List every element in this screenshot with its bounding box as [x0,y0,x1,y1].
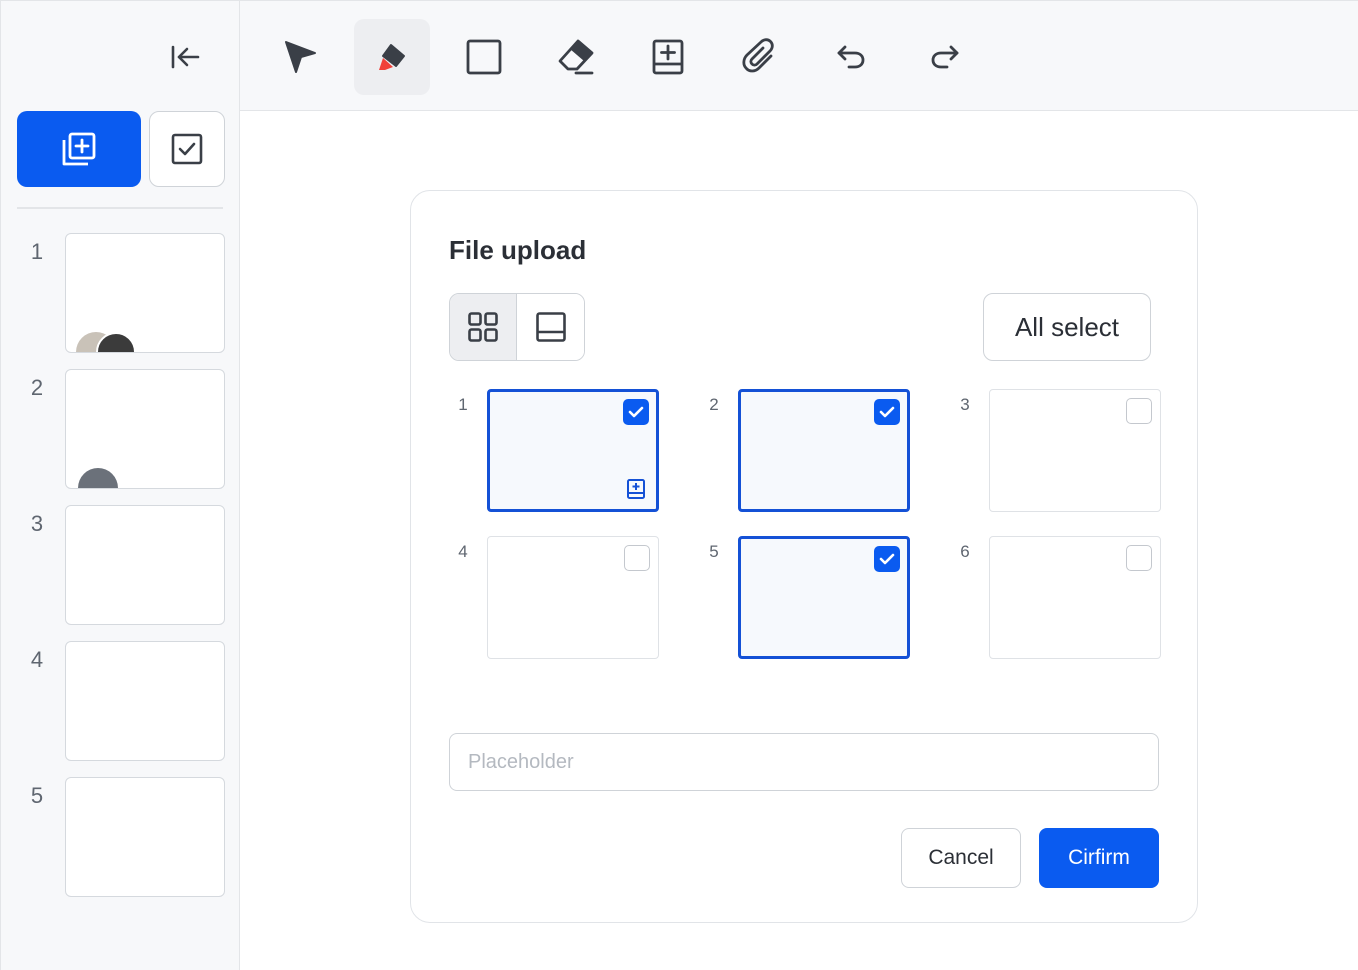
item-number: 6 [960,542,970,561]
upload-item: 4 [449,536,669,660]
add-page-icon [62,132,96,166]
page-number: 3 [30,511,44,536]
single-view-icon [535,312,566,342]
collapse-sidebar-button[interactable] [161,37,209,77]
page-item[interactable]: 5 [1,777,241,897]
page-thumbnail[interactable] [65,641,225,761]
highlighter-tool[interactable] [354,19,430,95]
page-thumbnail[interactable] [65,233,225,353]
page-item[interactable]: 2 [1,369,241,489]
add-page-icon [624,477,648,501]
all-select-button[interactable]: All select [983,293,1151,361]
upload-item-card[interactable] [738,389,910,512]
checkmark-icon [879,553,895,565]
eraser-tool[interactable] [538,19,614,95]
toolbar [240,0,1358,111]
page-number: 5 [30,783,44,808]
sidebar-divider [17,207,223,209]
page-item[interactable]: 3 [1,505,241,625]
page-item[interactable]: 1 [1,233,241,353]
upload-item-card[interactable] [487,536,659,659]
upload-item: 1 [449,389,669,513]
upload-item: 3 [951,389,1171,513]
paperclip-icon [742,38,774,73]
cancel-button[interactable]: Cancel [901,828,1021,888]
select-pages-button[interactable] [149,111,225,187]
view-mode-toggle [449,293,585,361]
avatar [78,468,118,488]
item-checkbox[interactable] [623,399,649,425]
upload-item-card[interactable] [989,389,1161,512]
checkbox-icon [171,133,203,165]
item-number: 1 [458,395,468,414]
page-thumbnail[interactable] [65,505,225,625]
page-number: 2 [30,375,44,400]
highlighter-icon [379,44,405,70]
description-input[interactable] [449,733,1159,791]
upload-item: 5 [700,536,920,660]
upload-item-card[interactable] [738,536,910,659]
rectangle-icon [466,39,502,75]
item-number: 3 [960,395,970,414]
add-page-tool[interactable] [630,19,706,95]
file-upload-dialog: File upload All select 1 2 3 4 5 6 Place… [410,190,1198,923]
undo-icon [837,45,865,69]
item-checkbox[interactable] [1126,545,1152,571]
add-page-button[interactable] [17,111,141,187]
page-sidebar: 1 2 3 4 5 [0,0,240,970]
page-number: 4 [30,647,44,672]
item-number: 2 [709,395,719,414]
item-number: 4 [458,542,468,561]
item-checkbox[interactable] [624,545,650,571]
undo-tool[interactable] [814,19,890,95]
grid-view-button[interactable] [450,294,517,360]
item-checkbox[interactable] [1126,398,1152,424]
redo-tool[interactable] [906,19,982,95]
single-view-button[interactable] [517,294,584,360]
dialog-title: File upload [449,235,587,265]
confirm-button[interactable]: Cirfirm [1039,828,1159,888]
upload-item: 6 [951,536,1171,660]
add-page-icon [652,39,684,75]
page-thumbnail[interactable] [65,777,225,897]
upload-item: 2 [700,389,920,513]
item-checkbox[interactable] [874,399,900,425]
checkmark-icon [628,406,644,418]
page-number: 1 [30,239,44,264]
page-thumbnail[interactable] [65,369,225,489]
item-checkbox[interactable] [874,546,900,572]
select-tool[interactable] [262,19,338,95]
upload-item-card[interactable] [487,389,659,512]
grid-view-icon [468,312,498,342]
rectangle-tool[interactable] [446,19,522,95]
app-window: 1 2 3 4 5 File upload All select 1 2 3 4… [0,0,1358,970]
redo-icon [931,45,959,69]
item-number: 5 [709,542,719,561]
cursor-arrow-icon [285,41,316,73]
upload-item-card[interactable] [989,536,1161,659]
eraser-icon [558,39,594,75]
attach-tool[interactable] [722,19,798,95]
checkmark-icon [879,406,895,418]
collapse-left-icon [171,45,200,69]
page-item[interactable]: 4 [1,641,241,761]
